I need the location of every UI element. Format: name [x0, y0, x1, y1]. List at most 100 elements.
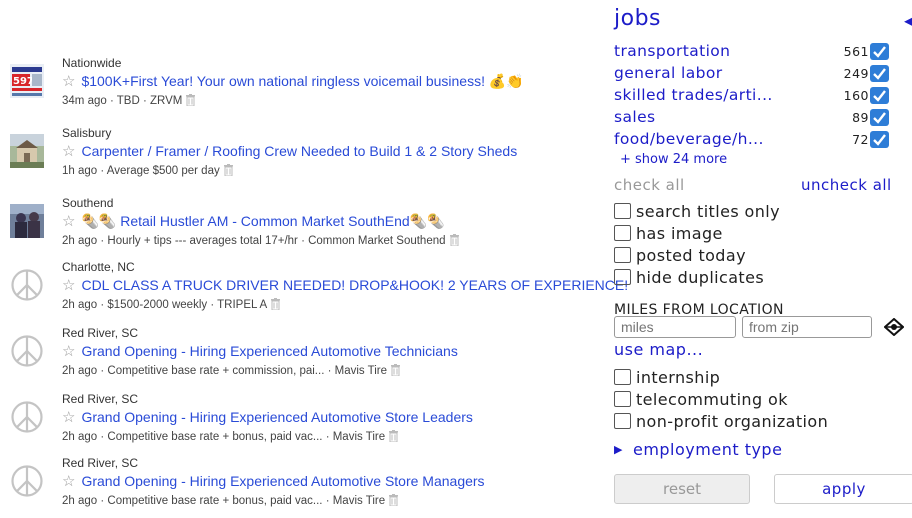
checkbox[interactable]: [614, 413, 631, 429]
uncheck-all-link[interactable]: uncheck all: [801, 176, 892, 194]
result-row: Red River, SC ☆ Grand Opening - Hiring Ex…: [0, 326, 600, 388]
trash-icon[interactable]: [389, 494, 399, 510]
zip-input[interactable]: [742, 316, 872, 338]
category-checkbox[interactable]: [870, 131, 889, 148]
option-label: search titles only: [636, 202, 780, 221]
locate-me-icon[interactable]: [883, 317, 905, 340]
listing-title-link[interactable]: $100K+First Year! Your own national ring…: [81, 73, 523, 89]
trash-icon[interactable]: [449, 234, 459, 250]
star-outline-icon[interactable]: ☆: [62, 473, 75, 490]
listing-meta: 2h ago · Competitive base rate + bonus, …: [62, 431, 386, 443]
filter-panel: jobs ◀ transportation 561 general labor …: [614, 0, 912, 504]
result-row: Charlotte, NC ☆ CDL CLASS A TRUCK DRIVER …: [0, 260, 628, 322]
listing-title-link[interactable]: CDL CLASS A TRUCK DRIVER NEEDED! DROP&HO…: [81, 277, 628, 293]
employment-type-toggle[interactable]: ▶ employment type: [614, 440, 782, 459]
category-name[interactable]: food/beverage/h...: [614, 130, 764, 148]
listing-location: Red River, SC: [62, 456, 139, 470]
star-outline-icon[interactable]: ☆: [62, 213, 75, 230]
category-filter-general-labor[interactable]: general labor 249: [614, 64, 910, 86]
listing-meta: 2h ago · Competitive base rate + bonus, …: [62, 495, 386, 507]
category-filter-skilled-trades[interactable]: skilled trades/arti... 160: [614, 86, 910, 108]
listing-meta: 2h ago · Competitive base rate + commiss…: [62, 365, 388, 377]
checkbox[interactable]: [614, 369, 631, 385]
listing-thumbnail[interactable]: [10, 204, 44, 238]
category-count: 249: [843, 66, 869, 81]
listing-title-link[interactable]: Grand Opening - Hiring Experienced Autom…: [81, 409, 472, 425]
result-row: Red River, SC ☆ Grand Opening - Hiring Ex…: [0, 392, 600, 454]
miles-input[interactable]: [614, 316, 736, 338]
checkbox[interactable]: [614, 225, 631, 241]
trash-icon[interactable]: [186, 94, 196, 110]
peace-placeholder-icon[interactable]: [10, 400, 44, 434]
use-map-link[interactable]: use map...: [614, 340, 703, 359]
checkbox[interactable]: [614, 247, 631, 263]
search-titles-only-option[interactable]: search titles only: [614, 202, 780, 224]
star-outline-icon[interactable]: ☆: [62, 409, 75, 426]
trash-icon[interactable]: [223, 164, 233, 180]
listing-location: Southend: [62, 196, 114, 210]
checkbox[interactable]: [614, 391, 631, 407]
trash-icon[interactable]: [391, 364, 401, 380]
listing-title-link[interactable]: 🌯🌯 Retail Hustler AM - Common Market Sou…: [81, 213, 444, 229]
telecommuting-option[interactable]: telecommuting ok: [614, 390, 788, 412]
listing-meta: 2h ago · $1500-2000 weekly · TRIPEL A: [62, 299, 268, 311]
listing-location: Nationwide: [62, 56, 122, 70]
star-outline-icon[interactable]: ☆: [62, 343, 75, 360]
category-checkbox[interactable]: [870, 87, 889, 104]
has-image-option[interactable]: has image: [614, 224, 723, 246]
category-count: 160: [843, 88, 869, 103]
employment-type-label: employment type: [632, 440, 783, 459]
listing-title-link[interactable]: Grand Opening - Hiring Experienced Autom…: [81, 343, 457, 359]
listing-title-link[interactable]: Carpenter / Framer / Roofing Crew Needed…: [81, 143, 517, 159]
category-count: 561: [843, 44, 869, 59]
internship-option[interactable]: internship: [614, 368, 720, 390]
hide-duplicates-option[interactable]: hide duplicates: [614, 268, 764, 290]
result-row: 597 Nationwide ☆ $100K+First Year! Your o…: [0, 56, 600, 118]
listing-thumbnail[interactable]: 597: [10, 64, 44, 98]
listing-meta: 34m ago · TBD · ZRVM: [62, 95, 183, 107]
option-label: internship: [636, 368, 721, 387]
show-more-link[interactable]: + show 24 more: [620, 152, 727, 167]
checkbox[interactable]: [614, 203, 631, 219]
option-label: has image: [636, 224, 723, 243]
listing-location: Charlotte, NC: [62, 260, 135, 274]
collapse-arrow-icon[interactable]: ◀: [904, 8, 912, 32]
category-filter-sales[interactable]: sales 89: [614, 108, 910, 130]
star-outline-icon[interactable]: ☆: [62, 277, 75, 294]
posted-today-option[interactable]: posted today: [614, 246, 746, 268]
option-label: hide duplicates: [636, 268, 765, 287]
category-filter-transportation[interactable]: transportation 561: [614, 42, 910, 64]
listing-title-link[interactable]: Grand Opening - Hiring Experienced Autom…: [81, 473, 484, 489]
category-checkbox[interactable]: [870, 109, 889, 126]
result-row: Red River, SC ☆ Grand Opening - Hiring Ex…: [0, 456, 600, 518]
category-name[interactable]: sales: [614, 108, 656, 126]
star-outline-icon[interactable]: ☆: [62, 73, 75, 90]
check-all-link[interactable]: check all: [614, 176, 685, 194]
star-outline-icon[interactable]: ☆: [62, 143, 75, 160]
listing-meta: 2h ago · Hourly + tips --- averages tota…: [62, 235, 446, 247]
category-count: 89: [852, 110, 869, 125]
expand-triangle-icon: ▶: [614, 443, 623, 456]
category-name[interactable]: skilled trades/arti...: [614, 86, 773, 104]
category-heading[interactable]: jobs: [614, 6, 661, 31]
category-name[interactable]: transportation: [614, 42, 730, 60]
trash-icon[interactable]: [389, 430, 399, 446]
non-profit-option[interactable]: non-profit organization: [614, 412, 828, 434]
option-label: telecommuting ok: [636, 390, 788, 409]
category-checkbox[interactable]: [870, 65, 889, 82]
listing-thumbnail[interactable]: [10, 134, 44, 168]
category-name[interactable]: general labor: [614, 64, 723, 82]
checkbox[interactable]: [614, 269, 631, 285]
trash-icon[interactable]: [271, 298, 281, 314]
listing-location: Red River, SC: [62, 326, 139, 340]
svg-text:597: 597: [13, 76, 34, 87]
option-label: posted today: [636, 246, 746, 265]
peace-placeholder-icon[interactable]: [10, 334, 44, 368]
category-checkbox[interactable]: [870, 43, 889, 60]
category-filter-food-beverage[interactable]: food/beverage/h... 72: [614, 130, 910, 152]
listing-location: Salisbury: [62, 126, 112, 140]
result-row: Southend ☆ 🌯🌯 Retail Hustler AM - Common …: [0, 196, 600, 258]
peace-placeholder-icon[interactable]: [10, 268, 44, 302]
result-row: Salisbury ☆ Carpenter / Framer / Roofing …: [0, 126, 600, 188]
peace-placeholder-icon[interactable]: [10, 464, 44, 498]
